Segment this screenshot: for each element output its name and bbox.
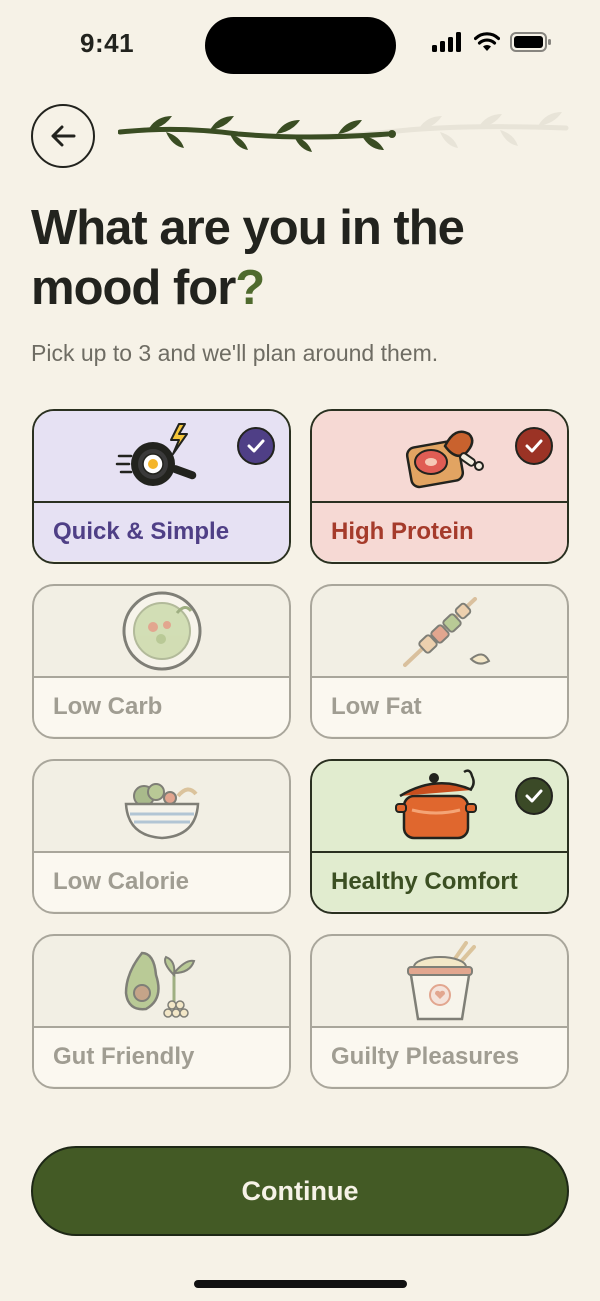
option-gut-friendly[interactable]: Gut Friendly bbox=[32, 934, 291, 1089]
continue-button[interactable]: Continue bbox=[31, 1146, 569, 1236]
battery-icon bbox=[510, 32, 551, 52]
stew-pot-icon bbox=[394, 769, 477, 840]
home-indicator[interactable] bbox=[194, 1280, 407, 1288]
arrow-left-icon bbox=[51, 125, 76, 147]
option-label: Low Calorie bbox=[34, 853, 289, 911]
mood-options-grid: Quick & Simple High Protein Low Carb Low… bbox=[32, 409, 569, 1089]
option-label: Healthy Comfort bbox=[312, 853, 567, 911]
meat-drumstick-icon bbox=[405, 430, 484, 489]
option-label: Quick & Simple bbox=[34, 503, 289, 561]
frying-pan-egg-icon bbox=[115, 423, 196, 486]
checkmark-icon bbox=[515, 427, 553, 465]
wifi-icon bbox=[474, 32, 500, 51]
back-button[interactable] bbox=[31, 104, 95, 168]
progress-vine bbox=[118, 112, 569, 152]
checkmark-icon bbox=[237, 427, 275, 465]
option-label: Low Fat bbox=[312, 678, 567, 736]
option-label: High Protein bbox=[312, 503, 567, 561]
option-guilty-pleasures[interactable]: Guilty Pleasures bbox=[310, 934, 569, 1089]
skewer-icon bbox=[402, 597, 490, 667]
checkmark-icon bbox=[515, 777, 553, 815]
page-subtitle: Pick up to 3 and we'll plan around them. bbox=[31, 340, 439, 366]
option-quick-simple[interactable]: Quick & Simple bbox=[32, 409, 291, 564]
page-title: What are you in the mood for? bbox=[31, 198, 571, 318]
page-title-mark: ? bbox=[235, 261, 265, 315]
signal-icon bbox=[432, 32, 461, 52]
option-low-carb[interactable]: Low Carb bbox=[32, 584, 291, 739]
option-healthy-comfort[interactable]: Healthy Comfort bbox=[310, 759, 569, 914]
option-art bbox=[34, 936, 289, 1028]
option-art bbox=[312, 936, 567, 1028]
option-label: Gut Friendly bbox=[34, 1028, 289, 1086]
option-high-protein[interactable]: High Protein bbox=[310, 409, 569, 564]
dynamic-island bbox=[205, 17, 396, 74]
noodle-cup-icon bbox=[406, 941, 476, 1021]
salad-plate-icon bbox=[122, 591, 201, 671]
status-time: 9:41 bbox=[80, 28, 135, 58]
option-low-fat[interactable]: Low Fat bbox=[310, 584, 569, 739]
option-low-calorie[interactable]: Low Calorie bbox=[32, 759, 291, 914]
avocado-sprout-icon bbox=[124, 951, 195, 1018]
option-label: Guilty Pleasures bbox=[312, 1028, 567, 1086]
option-label: Low Carb bbox=[34, 678, 289, 736]
option-art bbox=[34, 586, 289, 678]
option-art bbox=[34, 761, 289, 853]
option-art bbox=[312, 586, 567, 678]
salad-bowl-icon bbox=[124, 783, 199, 840]
status-icons bbox=[432, 32, 552, 52]
